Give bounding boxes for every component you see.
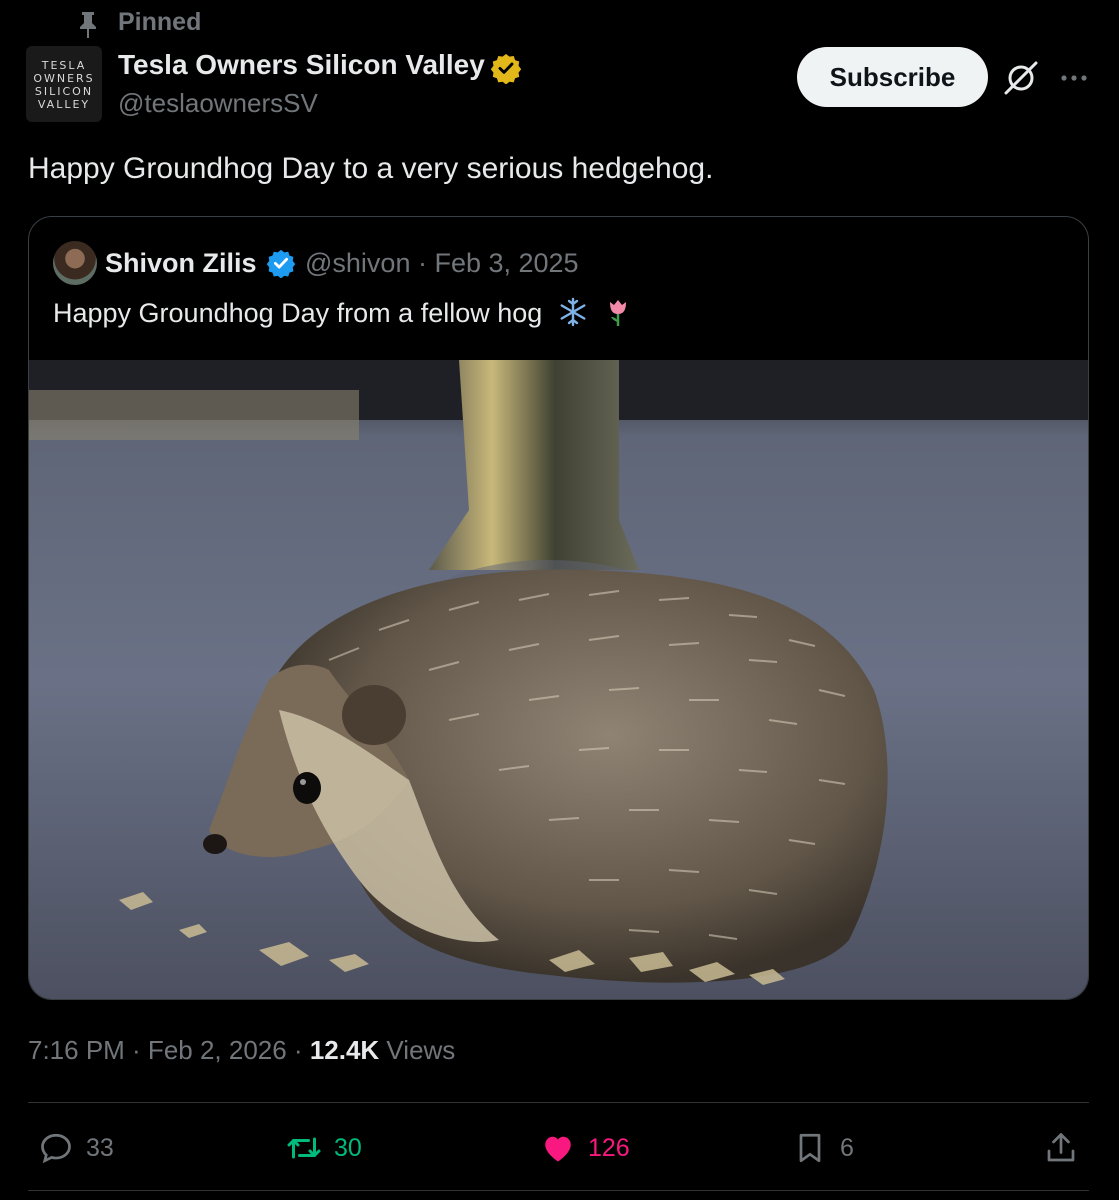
bookmark-icon	[799, 1133, 821, 1163]
pin-icon	[80, 12, 96, 38]
verified-badge-icon	[490, 54, 522, 84]
avatar-text: VALLEY	[37, 98, 91, 111]
grok-icon[interactable]	[1001, 58, 1041, 98]
repost-icon	[287, 1137, 321, 1159]
subscribe-button[interactable]: Subscribe	[797, 47, 988, 107]
quoted-avatar[interactable]	[53, 241, 97, 285]
quoted-author-name[interactable]: Shivon Zilis	[105, 248, 257, 279]
heart-icon	[545, 1136, 571, 1162]
post-text: Happy Groundhog Day to a very serious he…	[28, 152, 714, 185]
more-options-icon[interactable]	[1058, 66, 1090, 90]
post-meta: 7:16 PM · Feb 2, 2026 · 12.4K Views	[28, 1035, 455, 1066]
divider	[28, 1190, 1089, 1191]
verified-badge-icon	[266, 249, 296, 278]
tulip-icon	[610, 300, 627, 326]
share-icon	[1047, 1133, 1075, 1162]
quoted-text: Happy Groundhog Day from a fellow hog	[53, 297, 633, 329]
quoted-post[interactable]: Shivon Zilis @shivon · Feb 3, 2025 Happy…	[28, 216, 1089, 1000]
avatar-text: OWNERS	[33, 72, 95, 85]
bookmark-button[interactable]: 6	[792, 1130, 854, 1166]
like-button[interactable]: 126	[540, 1130, 630, 1166]
post-time-date[interactable]: 7:16 PM · Feb 2, 2026 ·	[28, 1035, 310, 1065]
views-count: 12.4K	[309, 1035, 380, 1065]
views-label: Views	[379, 1035, 456, 1065]
like-count: 126	[588, 1133, 630, 1162]
author-name[interactable]: Tesla Owners Silicon Valley	[118, 49, 485, 81]
snowflake-icon	[560, 297, 586, 327]
avatar-text: TESLA	[41, 59, 87, 72]
repost-button[interactable]: 30	[286, 1130, 362, 1166]
avatar[interactable]: TESLA OWNERS SILICON VALLEY	[26, 46, 102, 122]
author-handle[interactable]: @teslaownersSV	[118, 88, 318, 119]
repost-count: 30	[334, 1133, 362, 1162]
reply-count: 33	[86, 1133, 114, 1162]
hedgehog-photo[interactable]	[29, 360, 1089, 1000]
bookmark-count: 6	[840, 1133, 854, 1162]
share-button[interactable]	[1043, 1130, 1079, 1166]
avatar-text: SILICON	[34, 85, 94, 98]
divider	[28, 1102, 1089, 1103]
reply-icon	[41, 1133, 71, 1164]
quoted-text-body: Happy Groundhog Day from a fellow hog	[53, 298, 543, 328]
pinned-label: Pinned	[118, 8, 202, 36]
quoted-handle-date[interactable]: @shivon · Feb 3, 2025	[305, 248, 579, 279]
reply-button[interactable]: 33	[38, 1130, 114, 1166]
